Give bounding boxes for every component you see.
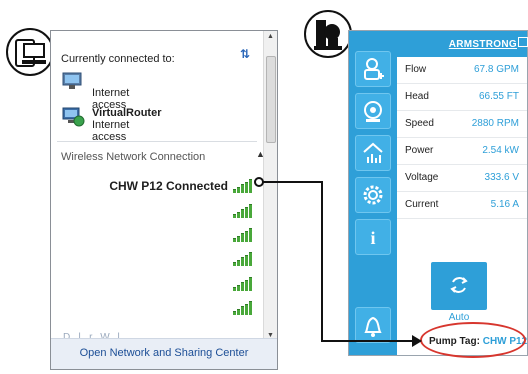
divider <box>57 141 257 142</box>
signal-strength-icon <box>233 252 252 266</box>
scrollbar[interactable]: ▲ ▼ <box>263 31 277 341</box>
reading-value: 66.55 FT <box>478 91 519 102</box>
signal-strength-icon <box>233 277 252 291</box>
wifi-network-item[interactable]: CHW P12 Connected <box>52 179 252 193</box>
user-settings-button[interactable] <box>355 51 391 87</box>
sidebar: i <box>349 31 397 355</box>
gear-icon <box>363 185 383 205</box>
reading-label: Speed <box>405 118 434 129</box>
reading-row: Current 5.16 A <box>397 192 527 219</box>
pump-view-button[interactable] <box>355 93 391 129</box>
signal-strength-icon <box>233 301 252 315</box>
reading-row: Speed 2880 RPM <box>397 111 527 138</box>
reading-label: Flow <box>405 64 427 75</box>
reading-row: Flow 67.8 GPM <box>397 57 527 84</box>
reading-value: 2880 RPM <box>471 118 519 129</box>
auto-mode-button[interactable] <box>431 262 487 310</box>
brand-mark-icon <box>518 37 528 47</box>
user-add-icon <box>364 58 384 80</box>
pump-tag-highlight <box>420 322 526 358</box>
pump-badge-icon <box>304 10 352 58</box>
wifi-network-item[interactable] <box>52 228 252 242</box>
pump-app: i ARMSTRONG Flow 67.8 GPM Head 66.55 FT Spee… <box>348 30 528 356</box>
info-button[interactable]: i <box>355 219 391 255</box>
network-flyout: Currently connected to: ⇅ Internet acces… <box>50 30 278 370</box>
info-icon: i <box>370 228 375 248</box>
section-title: Wireless Network Connection <box>61 151 206 163</box>
building-chart-icon <box>363 142 383 163</box>
scroll-thumb[interactable] <box>266 56 276 143</box>
signal-strength-icon <box>233 204 252 218</box>
connection-name: VirtualRouter <box>92 107 162 119</box>
wifi-network-item[interactable] <box>52 204 252 218</box>
reading-label: Power <box>405 145 434 156</box>
reading-value: 67.8 GPM <box>473 64 519 75</box>
readings-table: Flow 67.8 GPM Head 66.55 FT Speed 2880 RPM Pow… <box>397 57 527 219</box>
bell-icon <box>364 316 382 337</box>
wifi-network-item[interactable] <box>52 301 252 315</box>
reading-label: Voltage <box>405 172 439 183</box>
reading-row: Head 66.55 FT <box>397 84 527 111</box>
connected-header: Currently connected to: <box>61 53 175 65</box>
reading-value: 5.16 A <box>490 199 519 210</box>
alarm-button[interactable] <box>355 307 391 343</box>
refresh-icon[interactable]: ⇅ <box>240 47 250 61</box>
network-label: CHW P12 Connected <box>109 179 228 193</box>
reading-row: Power 2.54 kW <box>397 138 527 165</box>
brand-logo: ARMSTRONG <box>448 39 517 50</box>
brand-bar: ARMSTRONG <box>397 31 528 57</box>
connection-status: Internet access <box>92 119 130 143</box>
settings-button[interactable] <box>355 177 391 213</box>
reading-row: Voltage 333.6 V <box>397 165 527 192</box>
pump-icon <box>364 101 382 122</box>
signal-strength-icon <box>233 228 252 242</box>
globe-network-icon <box>62 107 85 127</box>
reading-label: Head <box>405 91 429 102</box>
reading-value: 333.6 V <box>484 172 519 183</box>
reading-label: Current <box>405 199 439 210</box>
signal-strength-icon <box>233 179 252 193</box>
footer: Open Network and Sharing Center <box>51 338 277 369</box>
open-network-sharing-center-link[interactable]: Open Network and Sharing Center <box>51 347 277 359</box>
scroll-up-arrow[interactable]: ▲ <box>264 33 277 40</box>
wifi-network-item[interactable] <box>52 277 252 291</box>
refresh-cycle-icon <box>450 276 468 293</box>
svg-text:i: i <box>370 228 375 248</box>
building-button[interactable] <box>355 135 391 171</box>
wifi-network-item[interactable] <box>52 252 252 266</box>
reading-value: 2.54 kW <box>482 145 519 156</box>
computer-badge-icon <box>6 28 54 76</box>
network-icon <box>62 72 82 89</box>
